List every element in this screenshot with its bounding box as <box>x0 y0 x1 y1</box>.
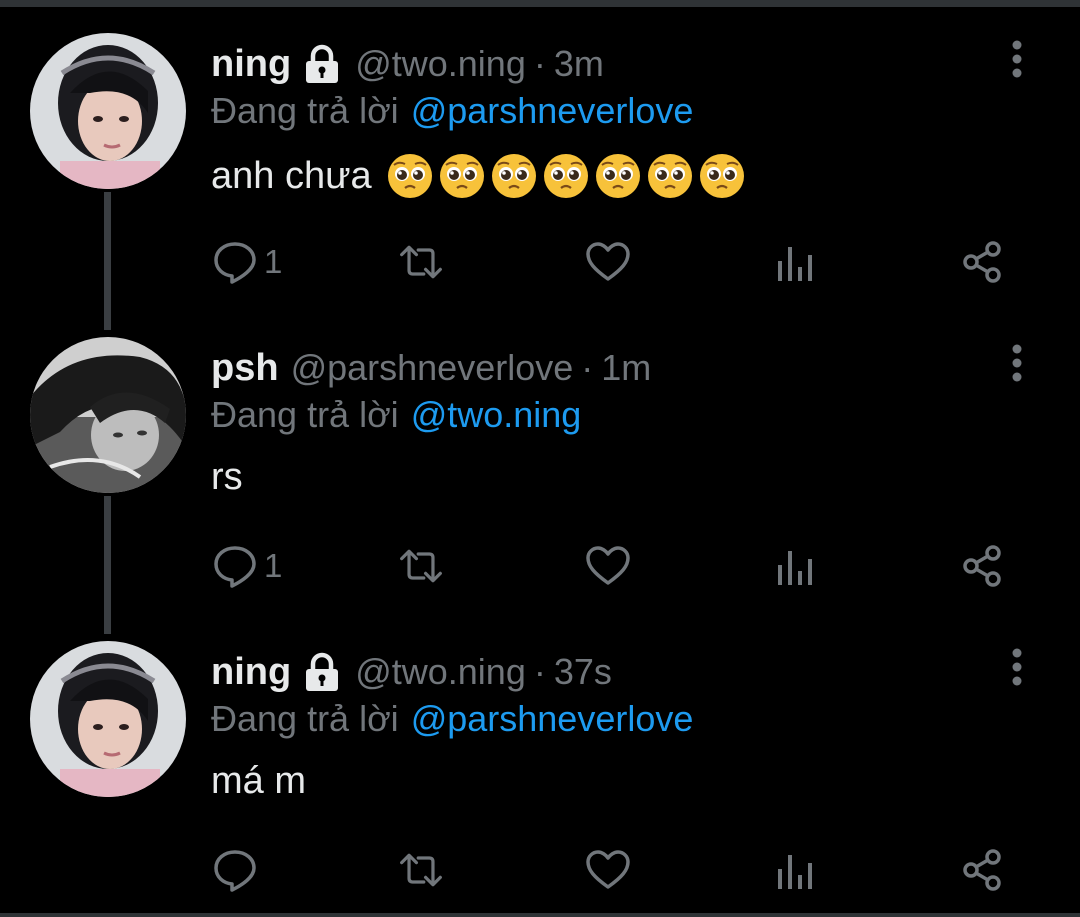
replying-to-handle[interactable]: @parshneverlove <box>411 698 694 739</box>
views-icon <box>778 855 812 889</box>
reply-thread: ning @two.ning · 3m Đang trả lời @parshne… <box>0 0 1080 917</box>
pleading-face-emoji <box>439 154 484 198</box>
display-name[interactable]: ning <box>211 651 291 694</box>
replying-to: Đang trả lời @two.ning <box>211 394 581 436</box>
reply-icon <box>214 242 256 284</box>
heart-icon <box>586 850 630 889</box>
heart-icon <box>586 242 630 281</box>
more-icon[interactable] <box>1000 40 1034 82</box>
pleading-face-emoji <box>699 154 744 198</box>
pleading-face-emoji <box>543 154 588 198</box>
tweet-body: anh chưa <box>211 154 372 197</box>
like-button[interactable] <box>585 846 631 894</box>
share-icon <box>963 545 1001 587</box>
share-button[interactable] <box>960 846 1006 894</box>
more-icon[interactable] <box>1000 344 1034 386</box>
views-button[interactable] <box>774 238 820 286</box>
retweet-icon <box>400 549 442 583</box>
timestamp[interactable]: 1m <box>601 347 651 389</box>
tweet-header: psh @parshneverlove · 1m <box>211 344 651 392</box>
tweet[interactable]: ning @two.ning · 3m Đang trả lời @parshne… <box>0 0 1080 300</box>
heart-icon <box>586 546 630 585</box>
timestamp[interactable]: 37s <box>554 651 612 693</box>
reply-icon <box>214 546 256 588</box>
tweet-header: ning @two.ning · 3m <box>211 40 604 88</box>
tweet-text: rs <box>211 456 243 499</box>
reply-button[interactable]: 1 <box>212 238 282 286</box>
avatar[interactable] <box>30 337 186 493</box>
like-button[interactable] <box>585 238 631 286</box>
user-handle[interactable]: @parshneverlove <box>291 347 574 389</box>
action-bar: 1 <box>0 232 1080 292</box>
tweet-text: má m <box>211 760 306 803</box>
tweet[interactable]: ning @two.ning · 37s Đang trả lời @parshn… <box>0 608 1080 908</box>
separator-dot: · <box>533 651 546 692</box>
share-button[interactable] <box>960 542 1006 590</box>
more-icon[interactable] <box>1000 648 1034 690</box>
separator-dot: · <box>581 347 594 388</box>
avatar[interactable] <box>30 641 186 797</box>
views-icon <box>778 247 812 281</box>
retweet-icon <box>400 853 442 887</box>
bottom-divider <box>0 913 1080 917</box>
replying-to-handle[interactable]: @two.ning <box>411 394 582 435</box>
replying-to: Đang trả lời @parshneverlove <box>211 90 693 132</box>
display-name[interactable]: psh <box>211 347 279 390</box>
reply-count: 1 <box>264 547 283 584</box>
pleading-face-emoji <box>387 154 432 198</box>
retweet-button[interactable] <box>398 846 444 894</box>
replying-to-label: Đang trả lời <box>211 394 399 435</box>
lock-icon <box>301 652 343 692</box>
views-button[interactable] <box>774 846 820 894</box>
reply-button[interactable] <box>212 846 264 894</box>
lock-icon <box>301 44 343 84</box>
timestamp[interactable]: 3m <box>554 43 604 85</box>
tweet[interactable]: psh @parshneverlove · 1m Đang trả lời @tw… <box>0 304 1080 604</box>
retweet-button[interactable] <box>398 542 444 590</box>
tweet-body: má m <box>211 760 306 802</box>
retweet-button[interactable] <box>398 238 444 286</box>
like-button[interactable] <box>585 542 631 590</box>
display-name[interactable]: ning <box>211 43 291 86</box>
replying-to: Đang trả lời @parshneverlove <box>211 698 693 740</box>
retweet-icon <box>400 245 442 279</box>
avatar[interactable] <box>30 33 186 189</box>
replying-to-handle[interactable]: @parshneverlove <box>411 90 694 131</box>
views-button[interactable] <box>774 542 820 590</box>
emoji-group <box>386 152 750 200</box>
share-button[interactable] <box>960 238 1006 286</box>
views-icon <box>778 551 812 585</box>
share-icon <box>963 241 1001 283</box>
action-bar <box>0 840 1080 900</box>
tweet-header: ning @two.ning · 37s <box>211 648 612 696</box>
tweet-text: anh chưa <box>211 152 750 200</box>
share-icon <box>963 849 1001 891</box>
tweet-body: rs <box>211 456 243 498</box>
action-bar: 1 <box>0 536 1080 596</box>
replying-to-label: Đang trả lời <box>211 90 399 131</box>
user-handle[interactable]: @two.ning <box>355 651 526 693</box>
reply-count: 1 <box>264 243 283 280</box>
reply-icon <box>214 850 256 892</box>
pleading-face-emoji <box>647 154 692 198</box>
replying-to-label: Đang trả lời <box>211 698 399 739</box>
reply-button[interactable]: 1 <box>212 542 282 590</box>
user-handle[interactable]: @two.ning <box>355 43 526 85</box>
separator-dot: · <box>533 43 546 84</box>
pleading-face-emoji <box>595 154 640 198</box>
pleading-face-emoji <box>491 154 536 198</box>
